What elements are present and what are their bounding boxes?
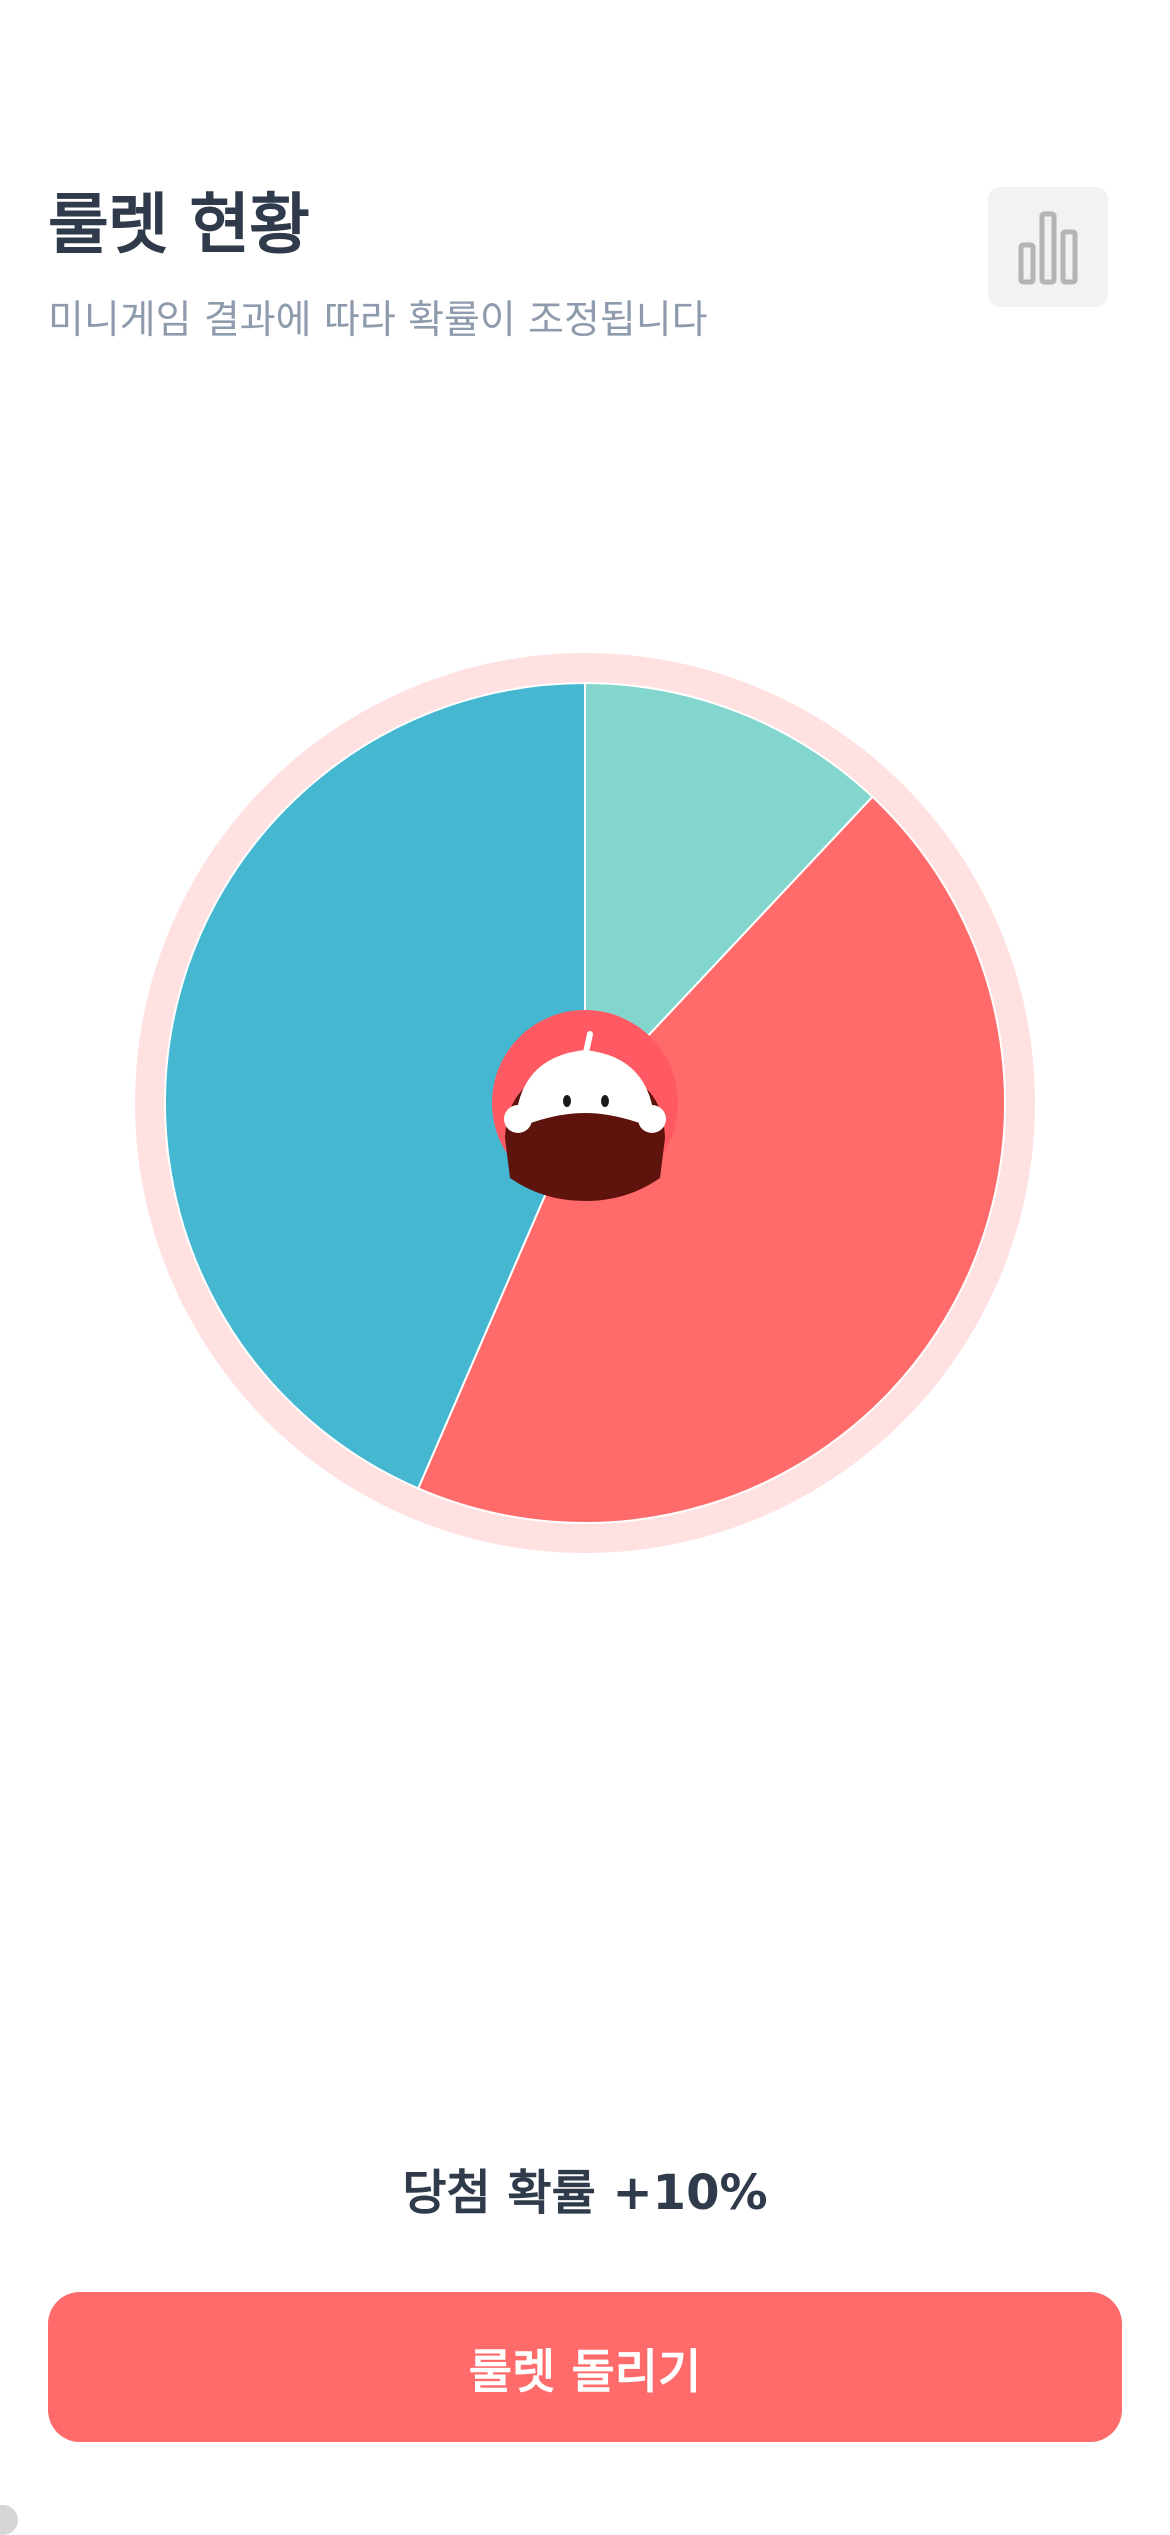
bar-chart-icon	[1018, 211, 1078, 285]
roulette-wheel	[135, 653, 1035, 1553]
corner-indicator	[0, 2505, 18, 2535]
spin-roulette-button[interactable]: 룰렛 돌리기	[48, 2292, 1122, 2442]
roulette-status-screen: 룰렛 현황 미니게임 결과에 따라 확률이 조정됩니다 당첨 확률 +10% 룰…	[0, 0, 1170, 2535]
stats-button[interactable]	[988, 187, 1108, 307]
page-subtitle: 미니게임 결과에 따라 확률이 조정됩니다	[48, 298, 708, 343]
mascot-ear-right	[638, 1105, 666, 1133]
roulette-wheel-graphic	[135, 653, 1035, 1553]
mascot-eye-right	[601, 1095, 609, 1107]
page-title: 룰렛 현황	[48, 186, 310, 263]
win-probability: 당첨 확률 +10%	[402, 2165, 768, 2221]
mascot-ear-left	[504, 1105, 532, 1133]
mascot-icon	[492, 1010, 678, 1201]
mascot-eye-left	[563, 1095, 571, 1107]
